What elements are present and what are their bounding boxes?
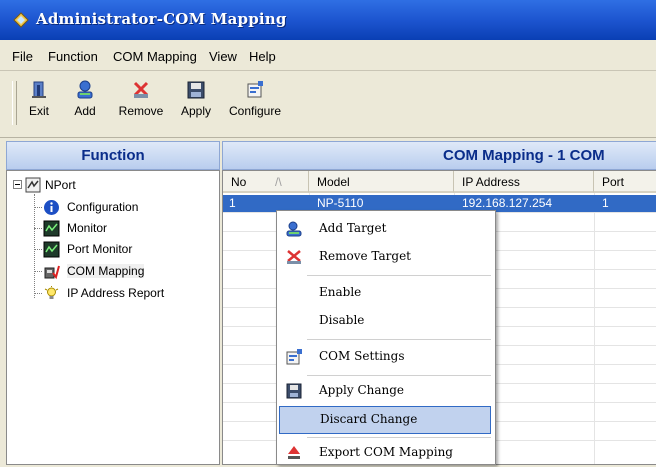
context-menu: Add Target Remove Target Enable Disable …	[276, 210, 496, 465]
tree-item-configuration[interactable]: Configuration	[43, 199, 213, 217]
menu-item-add-target[interactable]: Add Target	[279, 215, 491, 243]
sort-ascending-icon: /\	[275, 175, 282, 189]
add-icon	[77, 80, 93, 99]
window-title: Administrator-COM Mapping	[36, 10, 287, 28]
com-mapping-icon	[44, 265, 60, 280]
menu-item-com-settings[interactable]: COM Settings	[279, 343, 491, 371]
exit-icon	[32, 81, 46, 98]
tree-item-monitor[interactable]: Monitor	[43, 220, 213, 238]
cell-port: 1	[602, 196, 609, 210]
toolbar-grip[interactable]	[12, 81, 17, 125]
tree-root-nport[interactable]: NPort	[13, 177, 133, 193]
cell-ip-address: 192.168.127.254	[462, 196, 553, 210]
menu-separator	[307, 339, 491, 340]
tree-connector	[34, 207, 42, 208]
com-mapping-panel-title: COM Mapping - 1 COM	[443, 147, 605, 164]
menu-separator	[307, 275, 491, 276]
export-icon	[288, 446, 300, 459]
menu-com-mapping[interactable]: COM Mapping	[113, 49, 197, 64]
com-mapping-panel-header: COM Mapping - 1 COM	[222, 141, 656, 170]
tree-connector	[34, 271, 42, 272]
ip-report-icon	[44, 286, 59, 299]
menu-item-enable[interactable]: Enable	[279, 279, 491, 307]
menu-help[interactable]: Help	[249, 49, 276, 64]
menu-item-remove-target[interactable]: Remove Target	[279, 243, 491, 271]
tree-root-label: NPort	[45, 178, 76, 192]
column-header-model[interactable]: Model	[309, 171, 454, 193]
cell-model: NP-5110	[317, 196, 364, 210]
menu-function[interactable]: Function	[48, 49, 98, 64]
info-icon	[44, 200, 59, 215]
monitor-icon	[43, 220, 60, 237]
nport-icon	[25, 177, 41, 193]
exit-button[interactable]: Exit	[22, 79, 56, 129]
menu-bar: File Function COM Mapping View Help	[0, 44, 656, 71]
tree-item-ip-address-report[interactable]: IP Address Report	[43, 285, 213, 303]
tree-connector	[34, 249, 42, 250]
remove-target-icon	[287, 250, 301, 264]
menu-item-discard-change[interactable]: Discard Change	[279, 406, 491, 434]
column-header-port[interactable]: Port	[594, 171, 656, 193]
function-tree: NPort Configuration Monitor Port Monitor	[6, 170, 220, 465]
configure-icon	[247, 81, 263, 98]
menu-separator	[307, 375, 491, 376]
collapse-icon[interactable]	[13, 180, 22, 189]
menu-file[interactable]: File	[12, 49, 33, 64]
remove-button[interactable]: Remove	[114, 79, 168, 129]
menu-separator	[307, 437, 491, 438]
remove-icon	[133, 81, 149, 98]
apply-button[interactable]: Apply	[176, 79, 216, 129]
save-icon	[286, 383, 302, 399]
add-button[interactable]: Add	[66, 79, 104, 129]
tree-item-port-monitor[interactable]: Port Monitor	[43, 241, 213, 259]
grid-line	[594, 193, 595, 464]
add-target-icon	[286, 221, 302, 237]
tree-connector	[34, 194, 35, 298]
configure-button[interactable]: Configure	[222, 79, 288, 129]
tree-connector	[34, 228, 42, 229]
tree-item-com-mapping[interactable]: COM Mapping	[43, 263, 213, 281]
function-panel-header: Function	[6, 141, 220, 170]
column-header-no[interactable]: No /\	[223, 171, 309, 193]
toolbar: Exit Add Remove Apply Configure	[0, 71, 656, 138]
menu-item-disable[interactable]: Disable	[279, 307, 491, 335]
com-settings-icon	[286, 349, 302, 365]
title-bar: Administrator-COM Mapping	[0, 0, 656, 40]
menu-item-apply-change[interactable]: Apply Change	[279, 377, 491, 405]
column-header-ip-address[interactable]: IP Address	[454, 171, 594, 193]
menu-view[interactable]: View	[209, 49, 237, 64]
save-icon	[187, 81, 205, 99]
app-icon	[13, 12, 29, 28]
tree-connector	[34, 293, 42, 294]
monitor-icon	[43, 241, 60, 258]
cell-no: 1	[229, 196, 236, 210]
